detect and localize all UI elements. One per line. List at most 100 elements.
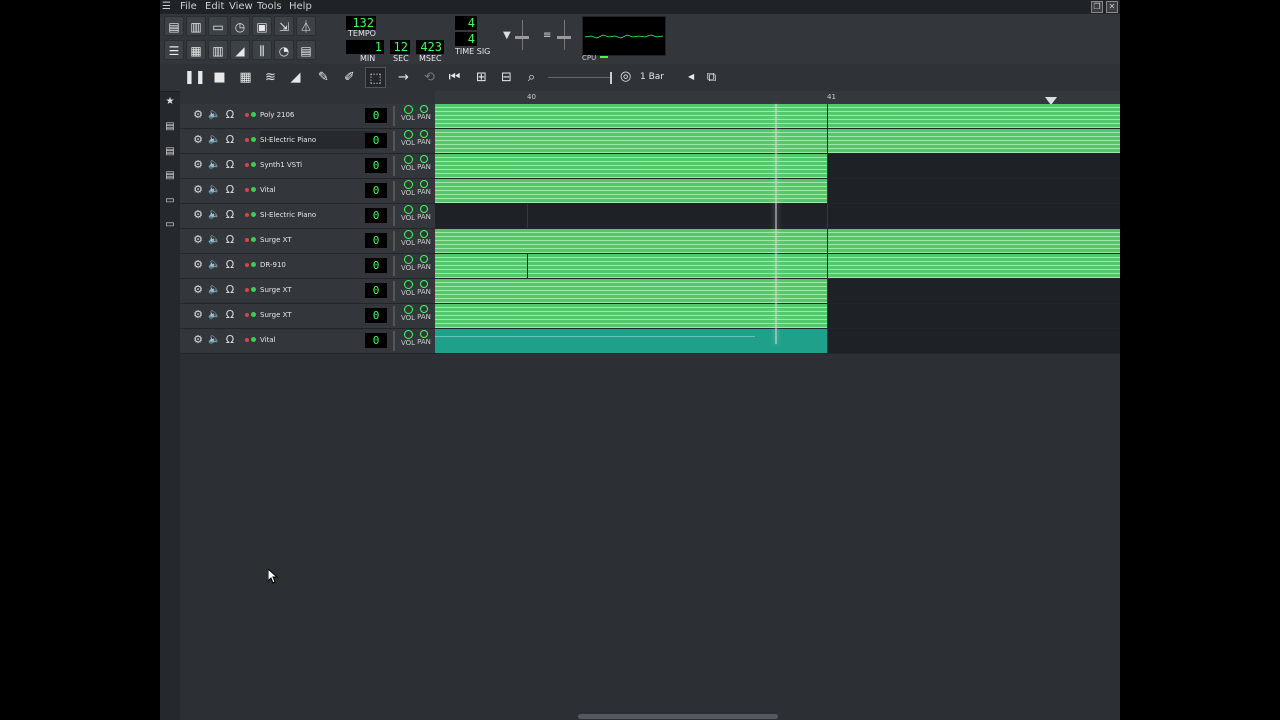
pan-knob[interactable]: PAN: [416, 304, 432, 321]
solo-headphones-icon[interactable]: Ω: [224, 159, 236, 171]
pattern-editor-icon[interactable]: ▦: [186, 40, 206, 60]
gear-icon[interactable]: ⚙: [192, 184, 204, 196]
add-automation-track-icon[interactable]: ◢: [285, 67, 306, 88]
pause-icon[interactable]: ❚❚: [184, 67, 206, 88]
volume-knob[interactable]: VOL: [401, 129, 415, 147]
pan-knob[interactable]: PAN: [416, 204, 432, 221]
draw-mode-icon[interactable]: ✎: [313, 67, 334, 88]
quantize-selector[interactable]: ◎ 1 Bar ◀: [620, 68, 694, 86]
solo-headphones-icon[interactable]: Ω: [224, 259, 236, 271]
zoom-slider-handle[interactable]: [610, 72, 612, 84]
tempo-display[interactable]: 132: [346, 16, 376, 30]
track-name[interactable]: SI-Electric Piano: [260, 206, 378, 224]
quantize-dropdown-icon[interactable]: ◀: [688, 68, 694, 86]
mixer-channel[interactable]: 0: [365, 233, 387, 248]
pattern-clip[interactable]: [435, 304, 827, 328]
auto-scroll-icon[interactable]: →: [393, 67, 414, 88]
master-pitch-slider[interactable]: [564, 20, 565, 50]
my-presets-icon[interactable]: ▤: [164, 170, 176, 182]
track-lane[interactable]: [435, 304, 1120, 328]
time-sig-denominator[interactable]: 4: [455, 32, 477, 46]
pattern-clip[interactable]: [828, 104, 1120, 128]
solo-headphones-icon[interactable]: Ω: [224, 309, 236, 321]
timeline-ruler[interactable]: 40 41: [435, 91, 1120, 105]
solo-headphones-icon[interactable]: Ω: [224, 209, 236, 221]
song-editor-icon[interactable]: ☰: [164, 40, 184, 60]
gear-icon[interactable]: ⚙: [192, 109, 204, 121]
track-lane[interactable]: [435, 279, 1120, 303]
pan-knob[interactable]: PAN: [416, 254, 432, 271]
volume-knob[interactable]: VOL: [401, 229, 415, 247]
piano-roll-icon[interactable]: ▥: [208, 40, 228, 60]
remove-bar-icon[interactable]: ⊟: [496, 67, 517, 88]
gear-icon[interactable]: ⚙: [192, 334, 204, 346]
stop-behaviour-icon[interactable]: ⏮: [444, 67, 465, 88]
volume-knob[interactable]: VOL: [401, 254, 415, 272]
pattern-clip[interactable]: [435, 229, 827, 253]
mute-speaker-icon[interactable]: 🔈: [208, 184, 220, 196]
volume-knob[interactable]: VOL: [401, 204, 415, 222]
loop-points-icon[interactable]: ⟲: [419, 67, 440, 88]
gear-icon[interactable]: ⚙: [192, 284, 204, 296]
solo-headphones-icon[interactable]: Ω: [224, 109, 236, 121]
pattern-clip[interactable]: [828, 229, 1120, 253]
master-pitch-handle[interactable]: [557, 36, 571, 39]
mute-speaker-icon[interactable]: 🔈: [208, 259, 220, 271]
pan-knob[interactable]: PAN: [416, 279, 432, 296]
pan-knob[interactable]: PAN: [416, 329, 432, 346]
track-name[interactable]: Surge XT: [260, 231, 378, 249]
controller-rack-icon[interactable]: ◔: [274, 40, 294, 60]
new-project-icon[interactable]: ▤: [164, 16, 184, 36]
mute-speaker-icon[interactable]: 🔈: [208, 234, 220, 246]
mixer-channel[interactable]: 0: [365, 158, 387, 173]
pattern-clip[interactable]: [828, 129, 1120, 153]
volume-knob[interactable]: VOL: [401, 179, 415, 197]
pan-knob[interactable]: PAN: [416, 104, 432, 121]
mute-speaker-icon[interactable]: 🔈: [208, 159, 220, 171]
volume-knob[interactable]: VOL: [401, 279, 415, 297]
menu-file[interactable]: File: [180, 1, 197, 12]
mixer-channel[interactable]: 0: [365, 283, 387, 298]
project-notes-icon[interactable]: ▤: [296, 40, 316, 60]
menu-view[interactable]: View: [229, 1, 253, 12]
zoom-slider[interactable]: [548, 77, 610, 78]
mixer-icon[interactable]: ⫼: [252, 40, 272, 60]
pan-knob[interactable]: PAN: [416, 179, 432, 196]
pattern-clip[interactable]: [435, 154, 827, 178]
gear-icon[interactable]: ⚙: [192, 234, 204, 246]
open-project-icon[interactable]: ▭: [208, 16, 228, 36]
close-icon[interactable]: ✕: [1106, 1, 1118, 13]
mixer-channel[interactable]: 0: [365, 333, 387, 348]
track-lane[interactable]: [435, 179, 1120, 203]
track-name[interactable]: Surge XT: [260, 281, 378, 299]
insert-bar-icon[interactable]: ⊞: [471, 67, 492, 88]
select-mode-icon[interactable]: ⬚: [365, 67, 386, 88]
mute-speaker-icon[interactable]: 🔈: [208, 109, 220, 121]
gear-icon[interactable]: ⚙: [192, 159, 204, 171]
gear-icon[interactable]: ⚙: [192, 134, 204, 146]
solo-headphones-icon[interactable]: Ω: [224, 184, 236, 196]
proportional-snap-icon[interactable]: ⧉: [701, 67, 722, 88]
mute-speaker-icon[interactable]: 🔈: [208, 209, 220, 221]
export-project-icon[interactable]: ⇲: [274, 16, 294, 36]
stop-icon[interactable]: ■: [209, 67, 230, 88]
solo-headphones-icon[interactable]: Ω: [224, 234, 236, 246]
pattern-clip[interactable]: [435, 329, 827, 353]
track-lane[interactable]: [435, 104, 1120, 128]
menu-tools[interactable]: Tools: [257, 1, 282, 12]
my-home-icon[interactable]: ▭: [164, 195, 176, 207]
track-name[interactable]: Vital: [260, 181, 378, 199]
restore-icon[interactable]: ❐: [1091, 1, 1103, 13]
track-lane[interactable]: [435, 229, 1120, 253]
pattern-clip[interactable]: [435, 179, 827, 203]
track-lane[interactable]: [435, 204, 1120, 228]
save-project-icon[interactable]: ▣: [252, 16, 272, 36]
pan-knob[interactable]: PAN: [416, 229, 432, 246]
add-pattern-track-icon[interactable]: ▦: [235, 67, 256, 88]
track-name[interactable]: Poly 2106: [260, 106, 378, 124]
track-name[interactable]: Surge XT: [260, 306, 378, 324]
mixer-channel[interactable]: 0: [365, 208, 387, 223]
solo-headphones-icon[interactable]: Ω: [224, 334, 236, 346]
menu-help[interactable]: Help: [289, 1, 312, 12]
my-samples-icon[interactable]: ▤: [164, 146, 176, 158]
